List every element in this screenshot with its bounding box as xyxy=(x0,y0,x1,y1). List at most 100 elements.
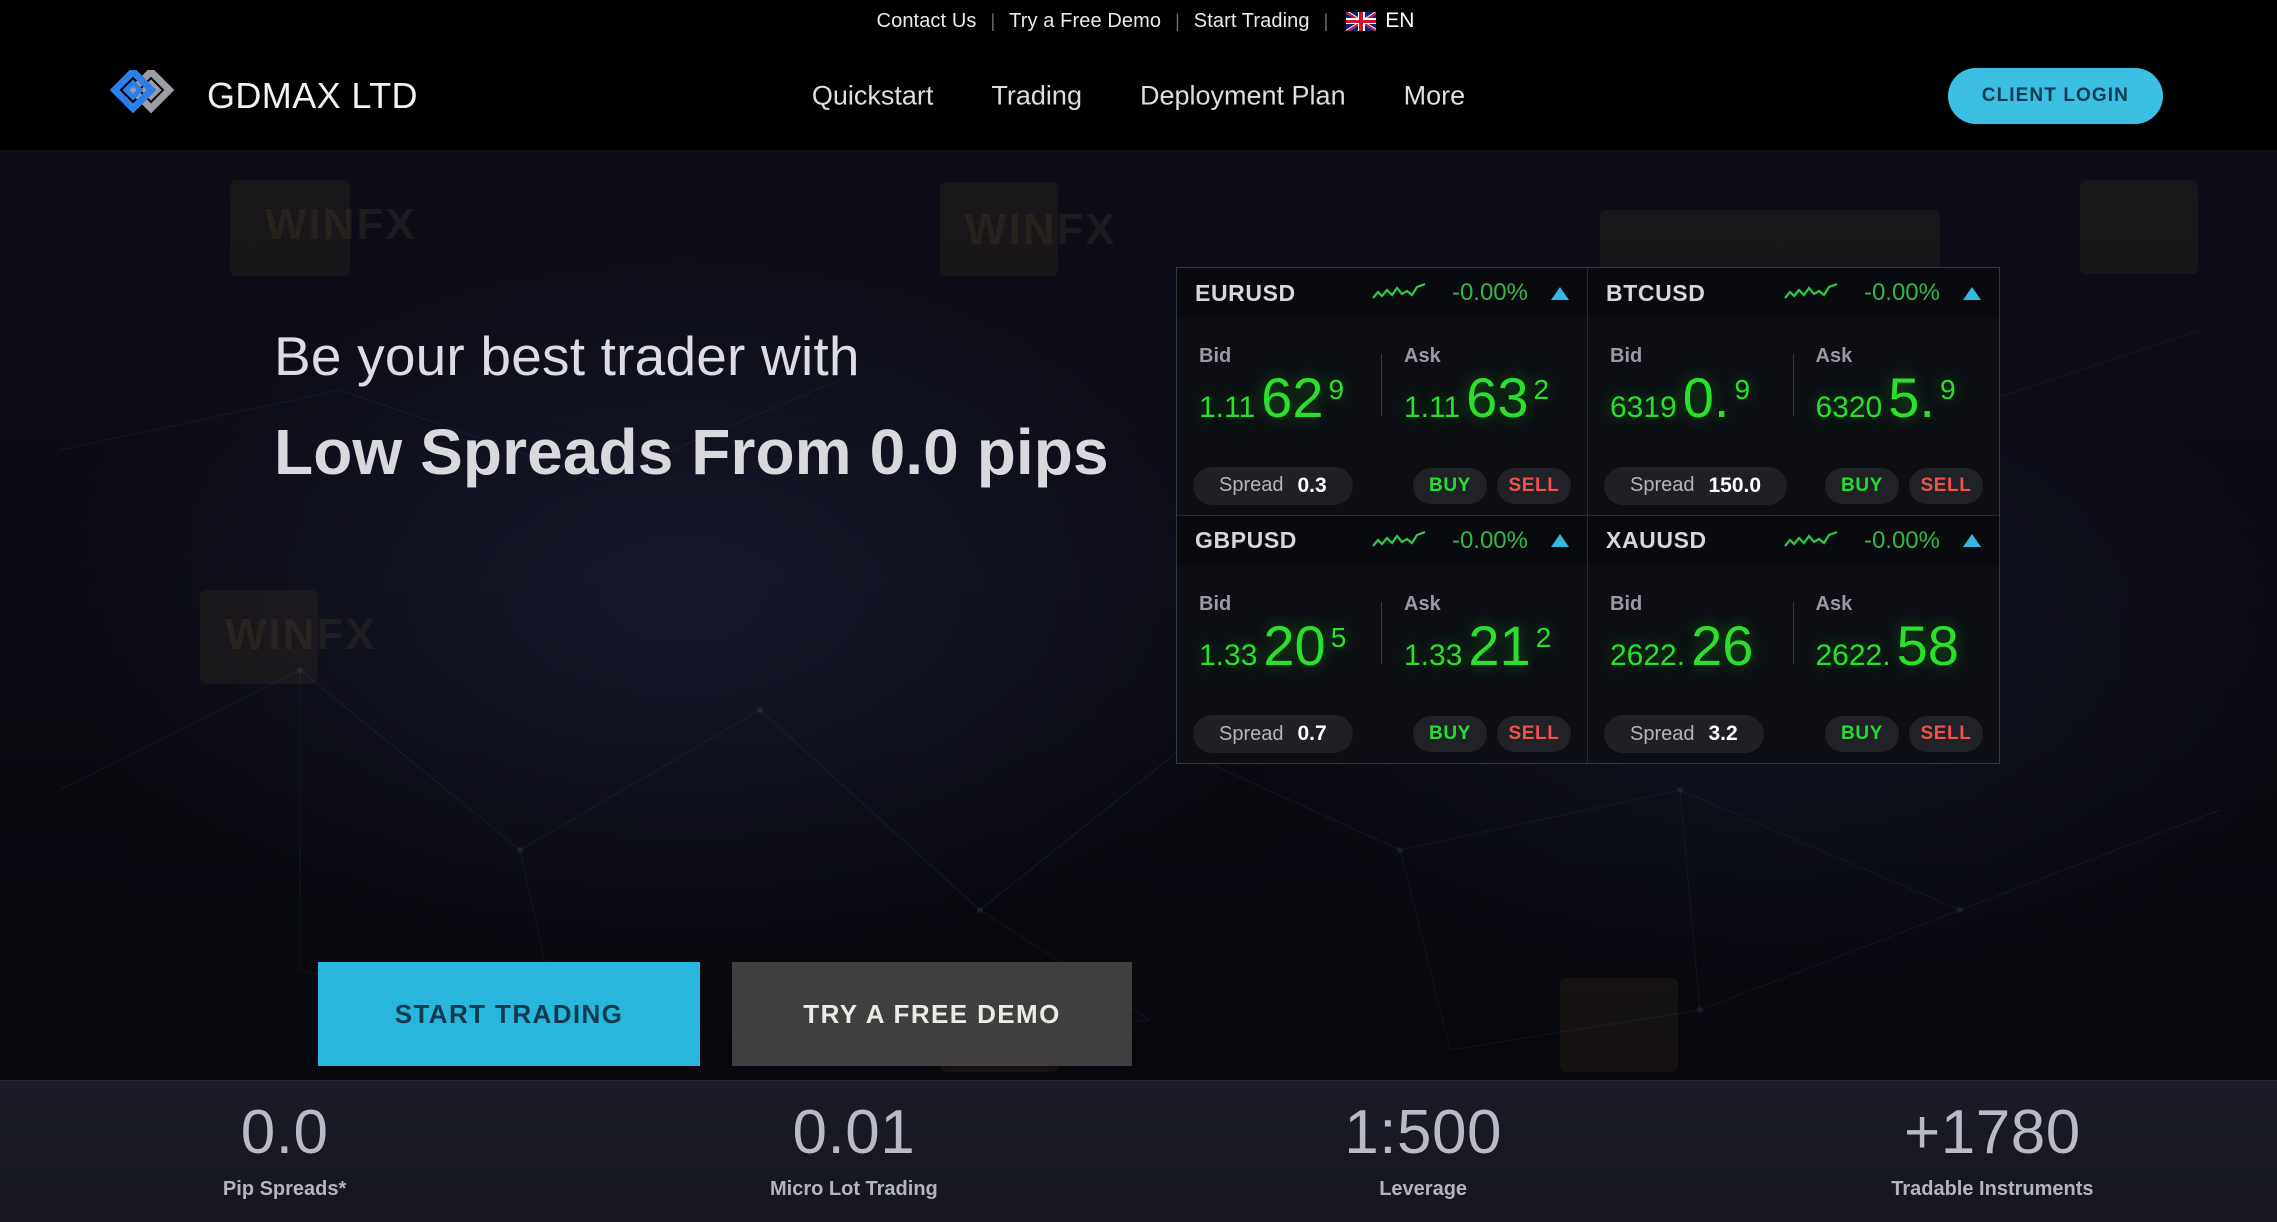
ask-price-main: 21 xyxy=(1468,613,1531,677)
stat-micro-lot-trading: 0.01 Micro Lot Trading xyxy=(569,1102,1138,1201)
trade-actions: BUY SELL xyxy=(1413,467,1571,504)
sell-button[interactable]: SELL xyxy=(1497,467,1571,504)
bid-column: Bid 1.33 20 5 xyxy=(1177,593,1382,674)
price-tile[interactable]: XAUUSD -0.00% Bid 2622. 26 Ask 2622. 58 … xyxy=(1588,515,2000,763)
ask-price: 1.33 21 2 xyxy=(1404,613,1587,677)
bid-price-main: 0. xyxy=(1682,365,1730,429)
utility-bar: Contact Us | Try a Free Demo | Start Tra… xyxy=(0,0,2277,42)
instrument-symbol: XAUUSD xyxy=(1606,527,1707,553)
price-tile-header: GBPUSD -0.00% xyxy=(1177,515,1587,566)
bid-price-base: 2622. xyxy=(1610,638,1686,672)
hero-cta-row: START TRADING TRY A FREE DEMO xyxy=(318,962,1132,1066)
bid-price-pipette: 9 xyxy=(1328,373,1345,405)
hero-section: WINFX WINFX WINFX WINFX Be your best tra… xyxy=(0,150,2277,1080)
stat-pip-spreads: 0.0 Pip Spreads* xyxy=(0,1102,569,1201)
bid-label: Bid xyxy=(1610,344,1643,367)
change-percent: -0.00% xyxy=(1863,526,1940,554)
sparkline-icon xyxy=(1784,530,1838,552)
bid-price-base: 1.33 xyxy=(1199,638,1258,672)
ask-price-main: 5. xyxy=(1888,365,1935,429)
price-tile-header: BTCUSD -0.00% xyxy=(1588,268,1999,318)
ask-price: 1.11 63 2 xyxy=(1404,369,1587,426)
spread-pill: Spread 150.0 xyxy=(1604,466,1788,505)
price-tile-footer: Spread 0.3 BUY SELL xyxy=(1177,457,1587,515)
bid-label: Bid xyxy=(1610,592,1643,615)
price-tile-body: Bid 6319 0. 9 Ask 6320 5. 9 xyxy=(1588,318,1999,457)
top-link-contact-us[interactable]: Contact Us xyxy=(863,10,991,33)
sell-button[interactable]: SELL xyxy=(1909,467,1983,504)
language-selector[interactable]: EN xyxy=(1328,9,1414,33)
stat-value: 0.0 xyxy=(240,1098,329,1167)
sell-button[interactable]: SELL xyxy=(1497,716,1571,752)
bid-price-base: 1.11 xyxy=(1199,390,1256,424)
stat-value: +1780 xyxy=(1904,1098,2081,1167)
spread-pill: Spread 0.3 xyxy=(1193,466,1353,505)
brand-name: GDMAX LTD xyxy=(207,75,418,116)
bid-price: 1.11 62 9 xyxy=(1199,365,1382,429)
top-link-start-trading[interactable]: Start Trading xyxy=(1180,10,1324,33)
top-link-try-a-free-demo[interactable]: Try a Free Demo xyxy=(995,10,1175,33)
sparkline-icon xyxy=(1372,530,1426,552)
stat-value: 0.01 xyxy=(792,1098,916,1167)
price-tile-footer: Spread 150.0 BUY SELL xyxy=(1588,457,1999,515)
price-tile[interactable]: EURUSD -0.00% Bid 1.11 62 9 Ask 1.11 63 … xyxy=(1177,268,1588,516)
ask-price-pipette: 2 xyxy=(1535,621,1552,653)
change-percent: -0.00% xyxy=(1863,279,1940,306)
nav-item-deployment-plan[interactable]: Deployment Plan xyxy=(1111,81,1375,112)
try-a-free-demo-button[interactable]: TRY A FREE DEMO xyxy=(732,962,1132,1066)
buy-button[interactable]: BUY xyxy=(1413,467,1487,504)
sparkline-icon xyxy=(1372,282,1426,304)
buy-button[interactable]: BUY xyxy=(1825,467,1899,504)
spread-label: Spread xyxy=(1219,722,1284,745)
hero-copy: Be your best trader with Low Spreads Fro… xyxy=(274,325,1214,489)
bid-price-pipette: 5 xyxy=(1330,621,1347,653)
stat-label: Pip Spreads* xyxy=(222,1178,347,1200)
sell-button[interactable]: SELL xyxy=(1909,716,1983,752)
live-price-widget: EURUSD -0.00% Bid 1.11 62 9 Ask 1.11 63 … xyxy=(1176,267,2000,764)
price-tile-body: Bid 1.11 62 9 Ask 1.11 63 2 xyxy=(1177,318,1587,457)
bid-price: 2622. 26 xyxy=(1610,613,1794,677)
stat-tradable-instruments: +1780 Tradable Instruments xyxy=(1708,1102,2277,1201)
utility-bar-inner: Contact Us | Try a Free Demo | Start Tra… xyxy=(863,9,1415,33)
spread-pill: Spread 3.2 xyxy=(1604,715,1764,753)
main-nav: Quickstart Trading Deployment Plan More xyxy=(783,81,1494,112)
client-login-button[interactable]: CLIENT LOGIN xyxy=(1947,68,2163,124)
bid-price-main: 62 xyxy=(1261,365,1324,429)
ask-price-base: 6320 xyxy=(1815,390,1883,424)
bid-column: Bid 2622. 26 xyxy=(1588,593,1794,674)
change-percent: -0.00% xyxy=(1451,279,1528,306)
hero-heading: Low Spreads From 0.0 pips xyxy=(274,415,1109,488)
uk-flag-icon xyxy=(1346,11,1377,31)
spread-value: 150.0 xyxy=(1708,473,1762,497)
bid-label: Bid xyxy=(1199,344,1232,367)
bid-price: 6319 0. 9 xyxy=(1610,365,1794,429)
bid-column: Bid 6319 0. 9 xyxy=(1588,345,1794,426)
site-header: GDMAX LTD Quickstart Trading Deployment … xyxy=(0,42,2277,150)
spread-label: Spread xyxy=(1630,474,1695,496)
price-tile-body: Bid 1.33 20 5 Ask 1.33 21 2 xyxy=(1177,566,1587,706)
double-diamond-logo-icon xyxy=(108,66,192,122)
ask-label: Ask xyxy=(1815,344,1853,367)
stat-value: 1:500 xyxy=(1344,1098,1502,1167)
nav-item-trading[interactable]: Trading xyxy=(962,81,1111,112)
nav-item-quickstart[interactable]: Quickstart xyxy=(783,81,963,112)
nav-item-more[interactable]: More xyxy=(1375,81,1495,112)
direction-up-icon xyxy=(1551,534,1569,547)
start-trading-button[interactable]: START TRADING xyxy=(318,962,700,1066)
bid-price-main: 20 xyxy=(1263,613,1326,677)
buy-button[interactable]: BUY xyxy=(1413,716,1487,752)
instrument-symbol: EURUSD xyxy=(1195,279,1296,306)
price-tile[interactable]: BTCUSD -0.00% Bid 6319 0. 9 Ask 6320 5. … xyxy=(1588,268,1999,516)
stat-label: Leverage xyxy=(1379,1178,1468,1200)
brand-logo[interactable]: GDMAX LTD xyxy=(108,66,418,122)
ask-price: 6320 5. 9 xyxy=(1815,365,2000,429)
ask-column: Ask 2622. 58 xyxy=(1792,593,2000,674)
price-tile[interactable]: GBPUSD -0.00% Bid 1.33 20 5 Ask 1.33 21 … xyxy=(1177,515,1588,763)
buy-button[interactable]: BUY xyxy=(1825,716,1899,752)
instrument-symbol: GBPUSD xyxy=(1195,527,1298,553)
spread-pill: Spread 0.7 xyxy=(1193,715,1353,753)
landing-page: Contact Us | Try a Free Demo | Start Tra… xyxy=(0,0,2277,1222)
bid-price-main: 26 xyxy=(1691,613,1754,677)
spread-value: 0.7 xyxy=(1297,722,1327,745)
price-tile-footer: Spread 0.7 BUY SELL xyxy=(1177,705,1587,763)
